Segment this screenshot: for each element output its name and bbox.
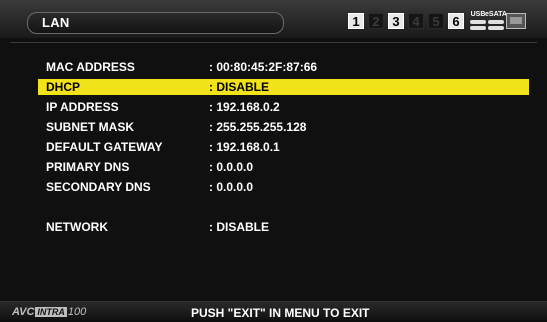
- esata-label: eSATA: [485, 11, 507, 18]
- setting-value: : DISABLE: [209, 220, 269, 234]
- slot-2-indicator: 2: [368, 13, 384, 29]
- setting-row-secondary-dns[interactable]: SECONDARY DNS : 0.0.0.0: [38, 179, 529, 195]
- esata-disk-bottom: [488, 26, 504, 30]
- footer-bar: AVC INTRA 100 PUSH "EXIT" IN MENU TO EXIT: [0, 301, 547, 322]
- setting-value: : 192.168.0.2: [209, 100, 280, 114]
- setting-value: : 00:80:45:2F:87:66: [209, 60, 318, 74]
- setting-row-primary-dns[interactable]: PRIMARY DNS : 0.0.0.0: [38, 159, 529, 175]
- brand-prefix: AVC: [12, 306, 35, 318]
- status-icons: 1 2 3 4 5 6 USB eSATA: [348, 11, 532, 33]
- setting-label: IP ADDRESS: [46, 100, 119, 114]
- slot-6-indicator: 6: [448, 13, 464, 29]
- setting-label: MAC ADDRESS: [46, 60, 135, 74]
- setting-row-ip-address[interactable]: IP ADDRESS : 192.168.0.2: [38, 99, 529, 115]
- slot-1-indicator: 1: [348, 13, 364, 29]
- setting-row-mac-address: MAC ADDRESS : 00:80:45:2F:87:66: [38, 59, 529, 75]
- slot-4-indicator: 4: [408, 13, 424, 29]
- setting-row-dhcp[interactable]: DHCP : DISABLE: [38, 79, 529, 95]
- brand-box: INTRA: [35, 307, 67, 317]
- setting-row-subnet-mask[interactable]: SUBNET MASK : 255.255.255.128: [38, 119, 529, 135]
- slot-5-indicator: 5: [428, 13, 444, 29]
- setting-value: : DISABLE: [209, 80, 269, 94]
- monitor-icon: [506, 13, 526, 29]
- setting-value: : 255.255.255.128: [209, 120, 307, 134]
- menu-title: LAN: [42, 15, 70, 30]
- setting-row-default-gateway[interactable]: DEFAULT GATEWAY : 192.168.0.1: [38, 139, 529, 155]
- menu-title-pill: LAN: [27, 12, 284, 34]
- setting-label: DEFAULT GATEWAY: [46, 140, 163, 154]
- exit-hint: PUSH "EXIT" IN MENU TO EXIT: [191, 306, 370, 320]
- setting-row-network[interactable]: NETWORK : DISABLE: [38, 219, 529, 235]
- setting-value: : 0.0.0.0: [209, 160, 254, 174]
- setting-label: SUBNET MASK: [46, 120, 135, 134]
- header-divider: [10, 42, 537, 43]
- lan-menu-screen: LAN 1 2 3 4 5 6 USB eSATA MAC ADDRESS : …: [0, 0, 547, 322]
- esata-disk-top: [488, 20, 504, 24]
- setting-label: NETWORK: [46, 220, 108, 234]
- esata-drive-icon: eSATA: [484, 11, 508, 33]
- avc-intra-logo: AVC INTRA 100: [12, 306, 86, 320]
- brand-suffix: 100: [67, 306, 87, 318]
- setting-value: : 0.0.0.0: [209, 180, 254, 194]
- setting-label: PRIMARY DNS: [46, 160, 130, 174]
- slot-3-indicator: 3: [388, 13, 404, 29]
- setting-value: : 192.168.0.1: [209, 140, 280, 154]
- header-bar: LAN 1 2 3 4 5 6 USB eSATA: [0, 0, 547, 38]
- setting-label: SECONDARY DNS: [46, 180, 151, 194]
- setting-label: DHCP: [46, 80, 81, 94]
